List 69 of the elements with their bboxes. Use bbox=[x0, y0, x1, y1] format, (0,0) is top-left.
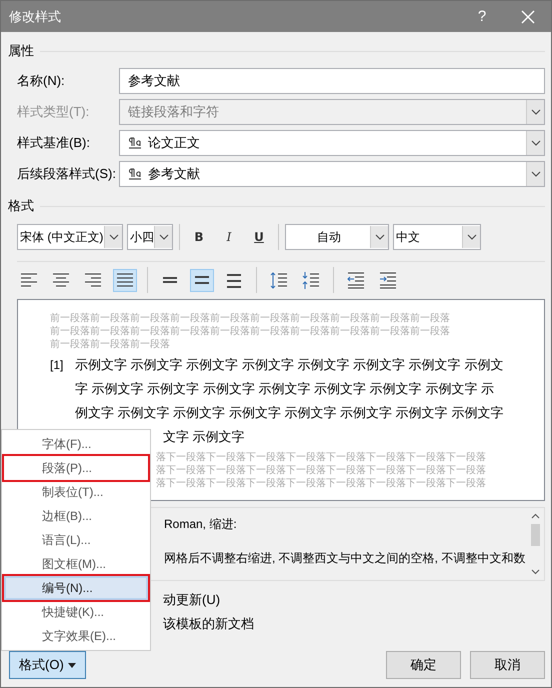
increase-spacing-icon bbox=[269, 270, 289, 290]
scroll-up-icon bbox=[531, 513, 540, 519]
description-text: Roman, 缩进: bbox=[164, 516, 238, 533]
chevron-down-icon bbox=[158, 234, 168, 240]
chevron-down-icon bbox=[466, 234, 476, 240]
menu-item[interactable]: 字体(F)... bbox=[4, 432, 148, 456]
caret-icon bbox=[68, 662, 76, 668]
scroll-down-icon bbox=[531, 569, 540, 575]
increase-indent-icon bbox=[378, 270, 398, 290]
menu-item[interactable]: 段落(P)... bbox=[4, 456, 148, 480]
menu-item[interactable]: 制表位(T)... bbox=[4, 480, 148, 504]
close-icon bbox=[521, 10, 535, 24]
justify-icon bbox=[115, 270, 135, 290]
align-left-icon bbox=[19, 270, 39, 290]
chevron-down-icon bbox=[374, 234, 384, 240]
chevron-down-icon bbox=[530, 109, 540, 115]
style-dropdown[interactable]: 论文正文 bbox=[119, 130, 545, 156]
field-label: 名称(N): bbox=[17, 72, 66, 90]
justify-button[interactable] bbox=[113, 268, 137, 292]
preview-text: 前一段落前一段落前一段落前一段落前一段落前一段落前一段落前一段落前一段落前一段落 bbox=[50, 312, 451, 325]
menu-item[interactable]: 快捷键(K)... bbox=[4, 600, 148, 624]
preview-text: 落下一段落下一段落下一段落下一段落下一段落下一段落下一段落下一段落 bbox=[156, 464, 487, 477]
option-label: 该模板的新文档 bbox=[163, 615, 255, 633]
size-dropdown[interactable]: 小四 bbox=[127, 224, 173, 250]
align-right-icon bbox=[83, 270, 103, 290]
list-number: [1] bbox=[50, 357, 64, 374]
bold-button[interactable]: B bbox=[186, 224, 212, 250]
window-title: 修改样式 bbox=[8, 8, 62, 26]
underline-button[interactable]: U bbox=[246, 224, 272, 250]
preview-text: 字 示例文字 示例文字 示例文字 示例文字 示例文字 示例文字 示例文字 示 bbox=[75, 380, 495, 398]
field-label: 样式基准(B): bbox=[17, 134, 91, 152]
color-dropdown[interactable]: 自动 bbox=[285, 224, 389, 250]
chevron-down-icon bbox=[530, 140, 540, 146]
section-header: 属性 bbox=[8, 42, 34, 60]
language-dropdown[interactable]: 中文 bbox=[393, 224, 481, 250]
section-header: 格式 bbox=[8, 197, 34, 215]
option-label: 动更新(U) bbox=[163, 591, 222, 609]
style-dropdown[interactable]: 参考文献 bbox=[119, 161, 545, 187]
preview-text: 前一段落前一段落前一段落前一段落前一段落前一段落前一段落前一段落前一段落前一段落 bbox=[50, 325, 451, 338]
format-menu-button[interactable]: 格式(O) bbox=[9, 651, 86, 679]
preview-text: 例文字 示例文字 示例文字 示例文字 示例文字 示例文字 示例文字 示例文字 bbox=[75, 404, 504, 422]
align-center-icon bbox=[51, 270, 71, 290]
menu-item[interactable]: 语言(L)... bbox=[4, 528, 148, 552]
scroll-thumb[interactable] bbox=[531, 524, 540, 546]
name-field[interactable]: 参考文献 bbox=[119, 68, 545, 94]
chevron-down-icon bbox=[530, 171, 540, 177]
menu-item[interactable]: 边框(B)... bbox=[4, 504, 148, 528]
description-text: 网格后不调整右缩进, 不调整西文与中文之间的空格, 不调整中文和数 bbox=[164, 550, 526, 567]
decrease-spacing-icon bbox=[301, 270, 321, 290]
font-dropdown[interactable]: 宋体 (中文正文) bbox=[17, 224, 123, 250]
chevron-down-icon bbox=[108, 234, 118, 240]
paragraph-style-icon bbox=[128, 137, 142, 149]
preview-text: 示例文字 示例文字 示例文字 示例文字 示例文字 示例文字 示例文字 示例文 bbox=[75, 356, 504, 374]
paragraph-style-icon bbox=[128, 168, 142, 180]
italic-button[interactable]: I bbox=[216, 224, 242, 250]
one-half-spacing-button[interactable] bbox=[190, 268, 214, 292]
field-label: 后续段落样式(S): bbox=[17, 165, 117, 183]
preview-text: 文字 示例文字 bbox=[163, 428, 245, 446]
ok-button[interactable]: 确定 bbox=[386, 651, 461, 679]
menu-item[interactable]: 文字效果(E)... bbox=[4, 624, 148, 648]
decrease-indent-icon bbox=[346, 270, 366, 290]
field-label: 样式类型(T): bbox=[17, 103, 90, 121]
preview-text: 落下一段落下一段落下一段落下一段落下一段落下一段落下一段落下一段落 bbox=[156, 477, 487, 490]
cancel-button[interactable]: 取消 bbox=[470, 651, 545, 679]
menu-item[interactable]: 图文框(M)... bbox=[4, 552, 148, 576]
preview-text: 前一段落前一段落前一段落 bbox=[50, 338, 171, 351]
menu-item[interactable]: 编号(N)... bbox=[4, 576, 148, 600]
preview-text: 落下一段落下一段落下一段落下一段落下一段落下一段落下一段落下一段落 bbox=[156, 451, 487, 464]
help-button[interactable]: ? bbox=[459, 1, 505, 32]
